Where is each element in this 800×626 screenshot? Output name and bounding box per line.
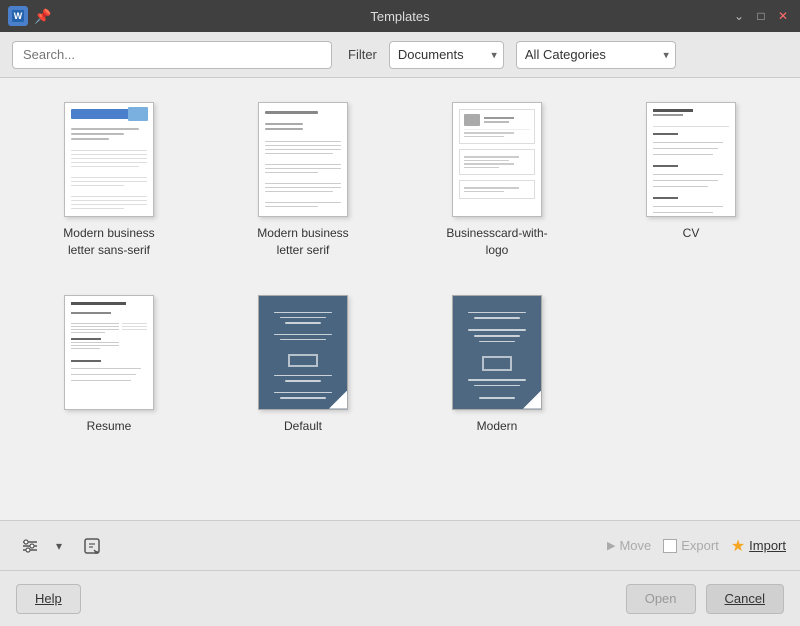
template-thumbnail [64,295,154,410]
minimize-button[interactable]: ⌄ [730,7,748,25]
template-item[interactable]: Modern business letter serif [214,94,392,267]
window-controls: ⌄ □ ✕ [730,7,792,25]
open-button[interactable]: Open [626,584,696,614]
export-action: Export [663,538,719,553]
template-grid: Modern business letter sans-serif [20,94,780,442]
template-label: Resume [87,418,132,435]
cancel-label: Cancel [725,591,765,606]
export-label: Export [681,538,719,553]
footer-right: Open Cancel [626,584,784,614]
help-button[interactable]: Help [16,584,81,614]
filter-label: Filter [348,47,377,62]
template-thumbnail [258,295,348,410]
move-arrow-icon: ▶ [607,539,615,552]
template-label: Businesscard-with-logo [437,225,557,259]
category-select-wrap: All Categories Business Personal Educati… [516,41,676,69]
search-toolbar: Filter Documents Spreadsheets Presentati… [0,32,800,78]
template-item[interactable]: Businesscard-with-logo [408,94,586,267]
pin-icon: 📌 [34,8,51,25]
template-item[interactable]: Resume [20,287,198,443]
settings-dropdown-button[interactable]: ▾ [52,532,66,560]
template-item[interactable]: CV [602,94,780,267]
template-label: Modern business letter sans-serif [49,225,169,259]
cancel-button[interactable]: Cancel [706,584,784,614]
move-label: Move [619,538,651,553]
footer: Help Open Cancel [0,570,800,626]
bottom-toolbar: ▾ ▶ Move Export ★ Import [0,520,800,570]
svg-text:W: W [14,11,23,21]
template-item[interactable]: Modern business letter sans-serif [20,94,198,267]
export-checkbox[interactable] [663,539,677,553]
app-icon: W [8,6,28,26]
template-label: CV [683,225,700,242]
search-input[interactable] [12,41,332,69]
template-thumbnail [258,102,348,217]
help-label: Help [35,591,62,606]
template-label: Modern business letter serif [243,225,363,259]
template-thumbnail [64,102,154,217]
toolbar-right-actions: ▶ Move Export ★ Import [607,536,786,556]
template-item[interactable]: Default [214,287,392,443]
category-select[interactable]: All Categories Business Personal Educati… [516,41,676,69]
template-thumbnail [452,102,542,217]
maximize-button[interactable]: □ [752,7,770,25]
template-content: Modern business letter sans-serif [0,78,800,520]
settings-button[interactable] [14,530,46,562]
export-template-button[interactable] [76,530,108,562]
close-button[interactable]: ✕ [774,7,792,25]
template-label: Modern [477,418,518,435]
template-label: Default [284,418,322,435]
toolbar-left-actions: ▾ [14,530,108,562]
import-label: Import [749,538,786,553]
template-item[interactable]: Modern [408,287,586,443]
titlebar: W 📌 Templates ⌄ □ ✕ [0,0,800,32]
template-thumbnail [452,295,542,410]
move-action: ▶ Move [607,538,651,553]
window-title: Templates [370,9,429,24]
filter-type-select[interactable]: Documents Spreadsheets Presentations [389,41,504,69]
import-star-icon: ★ [731,536,745,556]
template-thumbnail [646,102,736,217]
open-label: Open [645,591,677,606]
titlebar-left: W 📌 [8,6,51,26]
import-action[interactable]: ★ Import [731,536,786,556]
filter-type-select-wrap: Documents Spreadsheets Presentations [389,41,504,69]
